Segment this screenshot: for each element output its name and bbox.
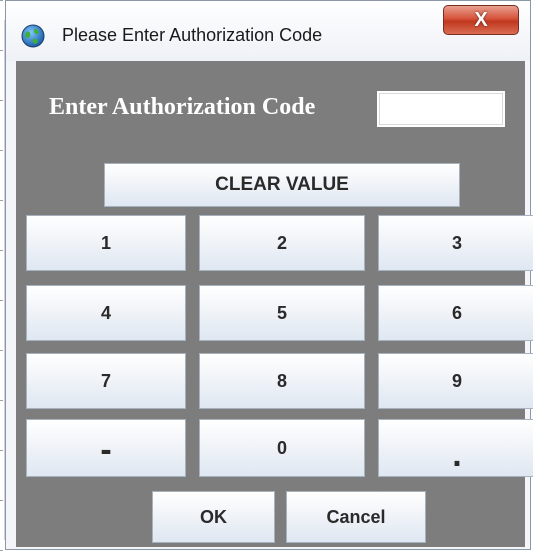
key-4-button[interactable]: 4 xyxy=(26,285,186,341)
key-0-button[interactable]: 0 xyxy=(199,419,365,477)
key-minus-button[interactable]: - xyxy=(26,419,186,477)
authorization-dialog: Please Enter Authorization Code X Enter … xyxy=(5,0,533,550)
close-icon: X xyxy=(474,8,488,31)
key-8-button[interactable]: 8 xyxy=(199,353,365,409)
key-1-button[interactable]: 1 xyxy=(26,215,186,271)
globe-icon xyxy=(20,23,46,49)
key-9-button[interactable]: 9 xyxy=(378,353,533,409)
keypad-panel: Enter Authorization Code CLEAR VALUE 1 2… xyxy=(16,61,533,547)
background-window-edge xyxy=(0,0,3,552)
key-5-button[interactable]: 5 xyxy=(199,285,365,341)
key-3-button[interactable]: 3 xyxy=(378,215,533,271)
clear-value-button[interactable]: CLEAR VALUE xyxy=(104,163,460,207)
dot-label: . xyxy=(452,436,462,474)
authorization-code-input[interactable] xyxy=(377,91,505,127)
key-6-button[interactable]: 6 xyxy=(378,285,533,341)
key-7-button[interactable]: 7 xyxy=(26,353,186,409)
minus-label: - xyxy=(100,431,112,469)
key-dot-button[interactable]: . xyxy=(378,419,533,477)
close-button[interactable]: X xyxy=(443,5,519,35)
window-title: Please Enter Authorization Code xyxy=(62,25,323,45)
title-bar: Please Enter Authorization Code X xyxy=(6,1,530,61)
cancel-button[interactable]: Cancel xyxy=(286,491,426,543)
key-2-button[interactable]: 2 xyxy=(199,215,365,271)
prompt-label: Enter Authorization Code xyxy=(49,94,316,120)
ok-button[interactable]: OK xyxy=(152,491,275,543)
